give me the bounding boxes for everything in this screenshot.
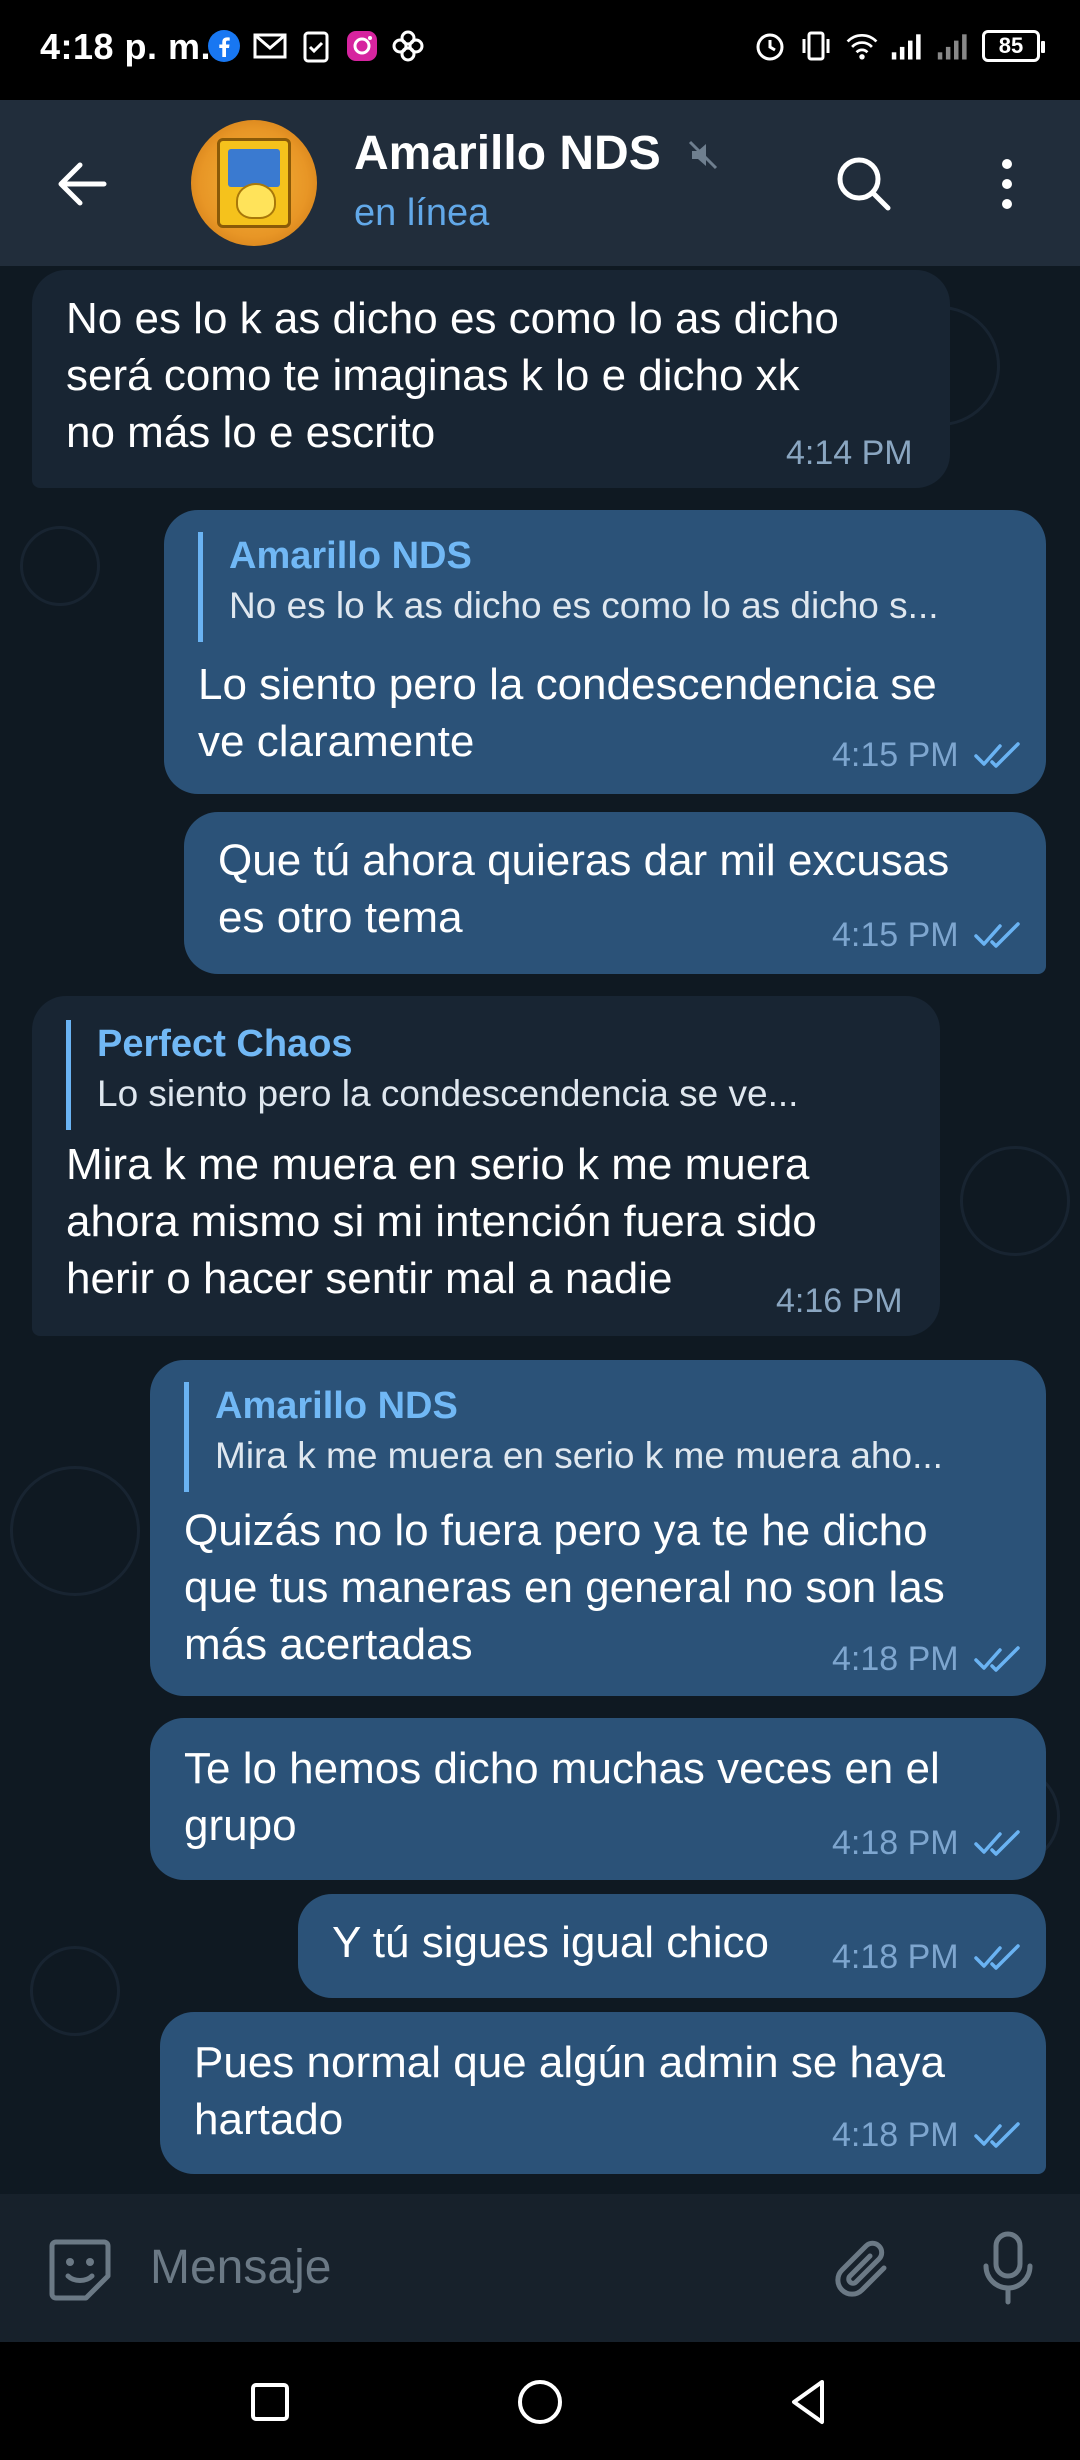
message-time: 4:15 PM	[832, 916, 959, 954]
back-nav-button[interactable]	[780, 2372, 840, 2432]
message-text: Quizás no lo fuera pero ya te he dicho q…	[184, 1506, 945, 1669]
battery-icon: 85	[982, 30, 1045, 62]
search-icon	[837, 157, 891, 211]
search-button[interactable]	[830, 150, 898, 218]
message-time: 4:18 PM	[832, 1938, 959, 1976]
reply-preview[interactable]: Amarillo NDS Mira k me muera en serio k …	[184, 1382, 1006, 1492]
reply-author: Amarillo NDS	[229, 535, 472, 577]
cartridge-image	[217, 138, 291, 228]
reply-author: Amarillo NDS	[215, 1385, 458, 1427]
read-ticks-icon	[974, 1944, 1020, 1970]
more-menu-button[interactable]	[990, 152, 1024, 216]
mute-icon	[686, 138, 720, 172]
home-button[interactable]	[510, 2372, 570, 2432]
more-vertical-icon	[1002, 159, 1012, 209]
message-bubble-outgoing[interactable]: Y tú sigues igual chico 4:18 PM	[298, 1894, 1046, 1998]
read-ticks-icon	[974, 1830, 1020, 1856]
gmail-icon	[252, 28, 288, 64]
message-input[interactable]: Mensaje	[150, 2240, 331, 2295]
message-text: Te lo hemos dicho muchas veces en el gru…	[184, 1744, 940, 1850]
message-time: 4:16 PM	[776, 1282, 903, 1320]
avatar[interactable]	[191, 120, 317, 246]
background-doodle	[960, 1146, 1070, 1256]
status-time: 4:18 p. m.	[40, 26, 212, 67]
reply-text: Lo siento pero la condescendencia se ve.…	[97, 1073, 799, 1114]
read-ticks-icon	[974, 1646, 1020, 1672]
message-bubble-outgoing[interactable]: Te lo hemos dicho muchas veces en el gru…	[150, 1718, 1046, 1880]
message-text: Y tú sigues igual chico	[332, 1918, 770, 1967]
message-time: 4:18 PM	[832, 1640, 959, 1678]
message-bubble-outgoing[interactable]: Amarillo NDS Mira k me muera en serio k …	[150, 1360, 1046, 1696]
message-time: 4:15 PM	[832, 736, 959, 774]
reply-preview[interactable]: Amarillo NDS No es lo k as dicho es como…	[198, 532, 1008, 642]
message-bubble-incoming[interactable]: No es lo k as dicho es como lo as dicho …	[32, 270, 950, 488]
message-bubble-outgoing[interactable]: Amarillo NDS No es lo k as dicho es como…	[164, 510, 1046, 794]
system-icons: 85	[752, 28, 1045, 64]
reply-text: No es lo k as dicho es como lo as dicho …	[229, 585, 939, 626]
message-input-bar: Mensaje	[0, 2194, 1080, 2342]
facebook-icon	[206, 28, 242, 64]
chat-status: en línea	[354, 192, 490, 234]
reply-author: Perfect Chaos	[97, 1023, 353, 1065]
read-ticks-icon	[974, 742, 1020, 768]
message-time: 4:18 PM	[832, 2116, 959, 2154]
signal-icon	[890, 28, 926, 64]
message-text: No es lo k as dicho es como lo as dicho …	[66, 294, 839, 457]
vibrate-icon	[798, 28, 834, 64]
attach-button[interactable]	[828, 2234, 900, 2306]
circle-icon	[518, 2380, 562, 2424]
reply-text: Mira k me muera en serio k me muera aho.…	[215, 1435, 943, 1476]
wifi-icon	[844, 28, 880, 64]
status-bar: 4:18 p. m. 85	[0, 0, 1080, 100]
chat-header: Amarillo NDS en línea	[0, 100, 1080, 266]
chat-title[interactable]: Amarillo NDS	[354, 126, 661, 181]
message-text: Mira k me muera en serio k me muera ahor…	[66, 1140, 817, 1303]
alarm-icon	[752, 28, 788, 64]
microphone-icon	[983, 2231, 1033, 2305]
pinwheel-icon	[390, 28, 426, 64]
read-ticks-icon	[974, 2122, 1020, 2148]
background-doodle	[10, 1466, 140, 1596]
message-bubble-outgoing[interactable]: Que tú ahora quieras dar mil excusas es …	[184, 812, 1046, 974]
message-bubble-incoming[interactable]: Perfect Chaos Lo siento pero la condesce…	[32, 996, 940, 1336]
clipboard-icon	[298, 28, 334, 64]
chat-messages[interactable]: No es lo k as dicho es como lo as dicho …	[0, 266, 1080, 2194]
instagram-icon	[344, 28, 380, 64]
voice-record-button[interactable]	[976, 2228, 1040, 2308]
notification-icons	[206, 28, 426, 64]
system-navigation-bar	[0, 2342, 1080, 2460]
triangle-back-icon	[792, 2380, 824, 2424]
paperclip-icon	[835, 2240, 887, 2297]
sticker-icon	[49, 2239, 111, 2301]
message-time: 4:14 PM	[786, 434, 913, 472]
message-bubble-outgoing[interactable]: Pues normal que algún admin se haya hart…	[160, 2012, 1046, 2174]
signal-icon	[936, 28, 972, 64]
message-time: 4:18 PM	[832, 1824, 959, 1862]
read-ticks-icon	[974, 922, 1020, 948]
square-icon	[251, 2383, 289, 2421]
background-doodle	[30, 1946, 120, 2036]
back-button[interactable]	[50, 152, 114, 216]
arrow-left-icon	[58, 162, 107, 206]
message-text: Lo siento pero la condescendencia se ve …	[198, 660, 937, 766]
emoji-button[interactable]	[44, 2234, 116, 2306]
reply-preview[interactable]: Perfect Chaos Lo siento pero la condesce…	[66, 1020, 896, 1130]
recents-button[interactable]	[240, 2372, 300, 2432]
background-doodle	[20, 526, 100, 606]
